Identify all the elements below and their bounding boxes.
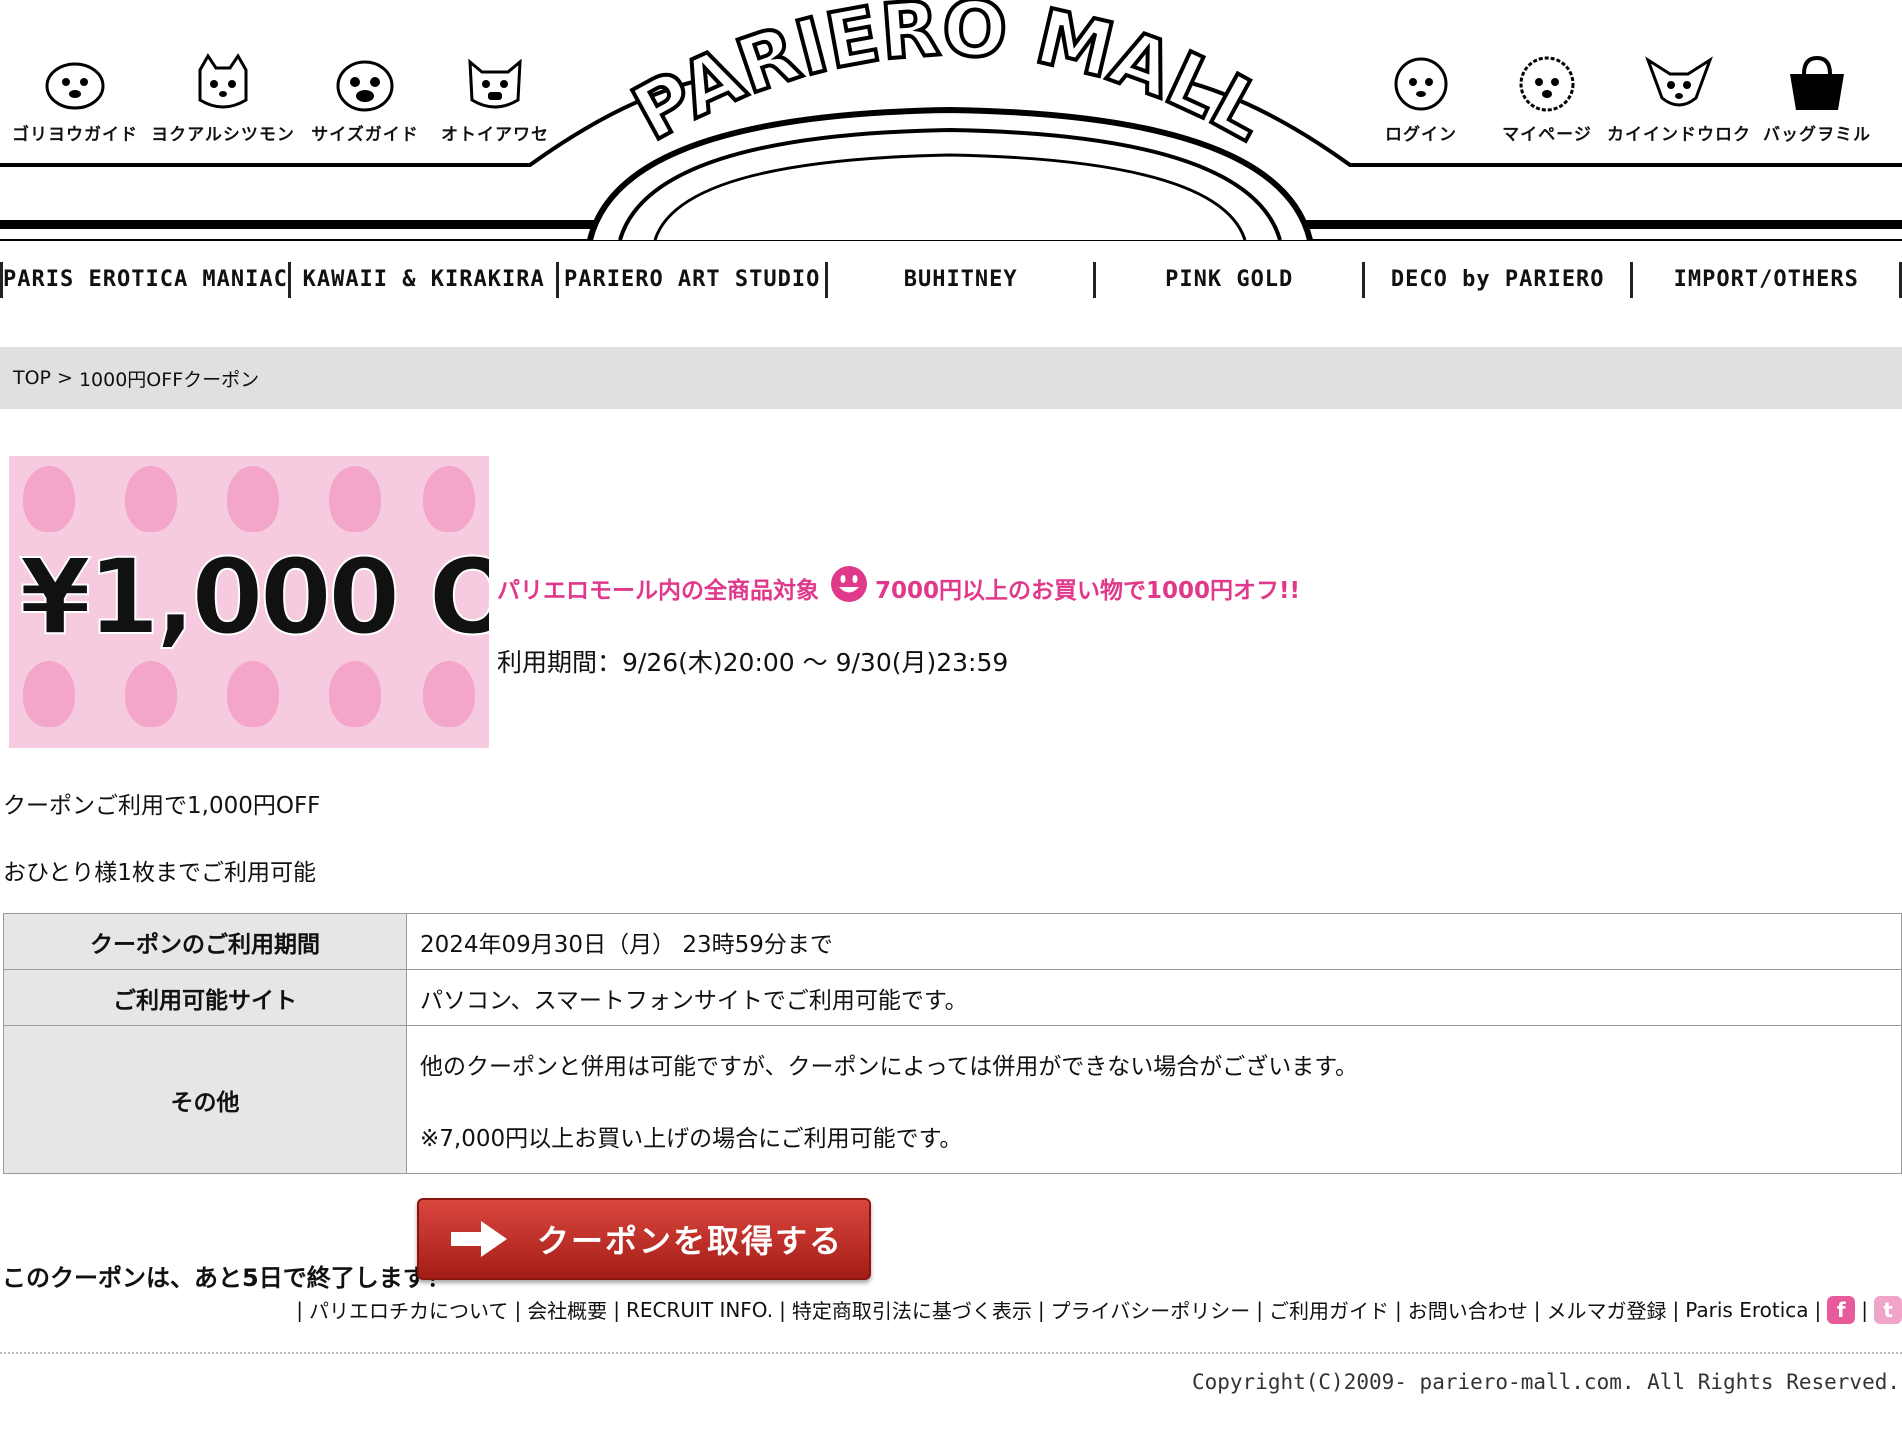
register-link[interactable]: カイインドウロク bbox=[1604, 52, 1754, 152]
table-cell: パソコン、スマートフォンサイトでご利用可能です。 bbox=[406, 969, 1902, 1026]
flame-smiley-decoration bbox=[125, 466, 177, 532]
footer-link-recruit[interactable]: RECRUIT INFO. bbox=[626, 1298, 773, 1322]
get-coupon-button[interactable]: クーポンを取得する bbox=[417, 1198, 871, 1280]
table-cell: 他のクーポンと併用は可能ですが、クーポンによっては併用ができない場合がございます… bbox=[406, 1025, 1902, 1174]
bulldog-icon bbox=[468, 58, 522, 109]
contact-link[interactable]: オトイアワセ bbox=[420, 52, 570, 152]
footer-separator: | bbox=[296, 1297, 304, 1322]
promo-text-part2: 7000円以上のお買い物で1000円オフ!! bbox=[875, 578, 1301, 604]
footer-separator: | bbox=[1814, 1297, 1822, 1322]
note-limit: おひとり様1枚までご利用可能 bbox=[3, 860, 316, 886]
pug-icon bbox=[336, 60, 394, 112]
site-header: PARIERO MALL ゴリヨウガイド ヨクアルシツモン サイズガイド オトイ… bbox=[0, 0, 1902, 330]
get-coupon-label: クーポンを取得する bbox=[537, 1222, 844, 1260]
footer-separator: | bbox=[1672, 1297, 1680, 1322]
footer-separator: | bbox=[779, 1297, 786, 1322]
breadcrumb: TOP > 1000円OFFクーポン bbox=[0, 347, 1902, 409]
table-header-cell: ご利用可能サイト bbox=[3, 969, 407, 1026]
dog-icon bbox=[45, 62, 105, 110]
coupon-info-table: クーポンのご利用期間 2024年09月30日（月） 23時59分まで ご利用可能… bbox=[3, 913, 1902, 1174]
twitter-icon[interactable]: t bbox=[1874, 1295, 1902, 1324]
category-deco-by-pariero[interactable]: DECO by PARIERO bbox=[1361, 262, 1631, 298]
breadcrumb-separator: > bbox=[57, 367, 73, 389]
category-nav: PARIS EROTICA MANIAC KAWAII & KIRAKIRA P… bbox=[0, 262, 1902, 298]
category-import-others[interactable]: IMPORT/OTHERS bbox=[1630, 262, 1902, 298]
coupon-end-message: このクーポンは、あと5日で終了します！ bbox=[2, 1264, 451, 1292]
chihuahua-icon bbox=[1645, 56, 1713, 107]
table-row: クーポンのご利用期間 2024年09月30日（月） 23時59分まで bbox=[3, 913, 1902, 970]
footer-separator: | bbox=[1256, 1297, 1263, 1322]
promo-headline: パリエロモール内の全商品対象 7000円以上のお買い物で1000円オフ!! bbox=[497, 564, 1300, 612]
smiley-icon bbox=[831, 566, 867, 602]
faq-link[interactable]: ヨクアルシツモン bbox=[148, 52, 298, 152]
flame-smiley-decoration bbox=[125, 661, 177, 727]
banner-headline: ¥1,000 OFF bbox=[18, 535, 489, 659]
flame-smiley-decoration bbox=[227, 466, 279, 532]
footer-link-about[interactable]: パリエロチカについて bbox=[309, 1295, 508, 1324]
flame-smiley-decoration bbox=[23, 466, 75, 532]
view-bag-link[interactable]: バッグヲミル bbox=[1742, 52, 1892, 152]
flame-smiley-decoration bbox=[227, 661, 279, 727]
footer-link-company[interactable]: 会社概要 bbox=[527, 1295, 607, 1324]
table-row: ご利用可能サイト パソコン、スマートフォンサイトでご利用可能です。 bbox=[3, 969, 1902, 1026]
cat-icon bbox=[198, 53, 248, 109]
other-note-2: ※7,000円以上お買い上げの場合にご利用可能です。 bbox=[420, 1125, 963, 1152]
footer-separator: | bbox=[613, 1297, 620, 1322]
usage-period: 利用期間：9/26(木)20:00 ～ 9/30(月)23:59 bbox=[497, 648, 1009, 677]
footer-separator: | bbox=[1037, 1297, 1045, 1322]
footer-link-paris-erotica[interactable]: Paris Erotica bbox=[1685, 1298, 1808, 1322]
table-cell: 2024年09月30日（月） 23時59分まで bbox=[406, 913, 1902, 970]
footer-link-legal[interactable]: 特定商取引法に基づく表示 bbox=[792, 1295, 1032, 1324]
table-row: その他 他のクーポンと併用は可能ですが、クーポンによっては併用ができない場合がご… bbox=[3, 1025, 1902, 1174]
copyright-text: Copyright(C)2009- pariero-mall.com. All … bbox=[1191, 1370, 1900, 1394]
footer-link-newsletter[interactable]: メルマガ登録 bbox=[1546, 1295, 1666, 1324]
shihtzu-icon bbox=[1519, 56, 1575, 112]
poodle-icon bbox=[1394, 57, 1448, 111]
coupon-banner-image: ¥1,000 OFF bbox=[9, 456, 489, 748]
footer-link-guide[interactable]: ご利用ガイド bbox=[1269, 1295, 1389, 1324]
flame-smiley-decoration bbox=[329, 661, 381, 727]
breadcrumb-current: 1000円OFFクーポン bbox=[78, 368, 260, 391]
footer-link-privacy[interactable]: プライバシーポリシー bbox=[1051, 1295, 1251, 1324]
footer-separator: | bbox=[1533, 1297, 1541, 1322]
guide-link[interactable]: ゴリヨウガイド bbox=[0, 52, 150, 152]
bag-icon bbox=[1790, 55, 1844, 110]
flame-smiley-decoration bbox=[23, 661, 75, 727]
arrow-right-icon bbox=[451, 1221, 507, 1257]
breadcrumb-top-link[interactable]: TOP bbox=[13, 367, 51, 389]
flame-smiley-decoration bbox=[423, 661, 475, 727]
footer-divider bbox=[0, 1352, 1902, 1354]
table-header-cell: その他 bbox=[3, 1025, 407, 1174]
category-pink-gold[interactable]: PINK GOLD bbox=[1093, 262, 1362, 298]
category-kawaii-kirakira[interactable]: KAWAII & KIRAKIRA bbox=[287, 262, 557, 298]
size-guide-link[interactable]: サイズガイド bbox=[290, 52, 440, 152]
category-pariero-art-studio[interactable]: PARIERO ART STUDIO bbox=[556, 262, 825, 298]
other-note-1: 他のクーポンと併用は可能ですが、クーポンによっては併用ができない場合がございます… bbox=[420, 1053, 1358, 1080]
footer-separator: | bbox=[1861, 1297, 1868, 1322]
footer-links: | パリエロチカについて | 会社概要 | RECRUIT INFO. | 特定… bbox=[290, 1295, 1902, 1324]
promo-text-part1: パリエロモール内の全商品対象 bbox=[497, 578, 819, 604]
category-paris-erotica-maniac[interactable]: PARIS EROTICA MANIAC bbox=[0, 262, 288, 298]
facebook-icon[interactable]: f bbox=[1827, 1295, 1856, 1324]
footer-link-contact[interactable]: お問い合わせ bbox=[1408, 1295, 1528, 1324]
footer-separator: | bbox=[514, 1297, 522, 1322]
note-discount: クーポンご利用で1,000円OFF bbox=[3, 793, 321, 819]
mypage-link[interactable]: マイページ bbox=[1472, 52, 1622, 152]
category-buhitney[interactable]: BUHITNEY bbox=[824, 262, 1094, 298]
flame-smiley-decoration bbox=[329, 466, 381, 532]
table-header-cell: クーポンのご利用期間 bbox=[3, 913, 407, 970]
footer-separator: | bbox=[1394, 1297, 1402, 1322]
flame-smiley-decoration bbox=[423, 466, 475, 532]
